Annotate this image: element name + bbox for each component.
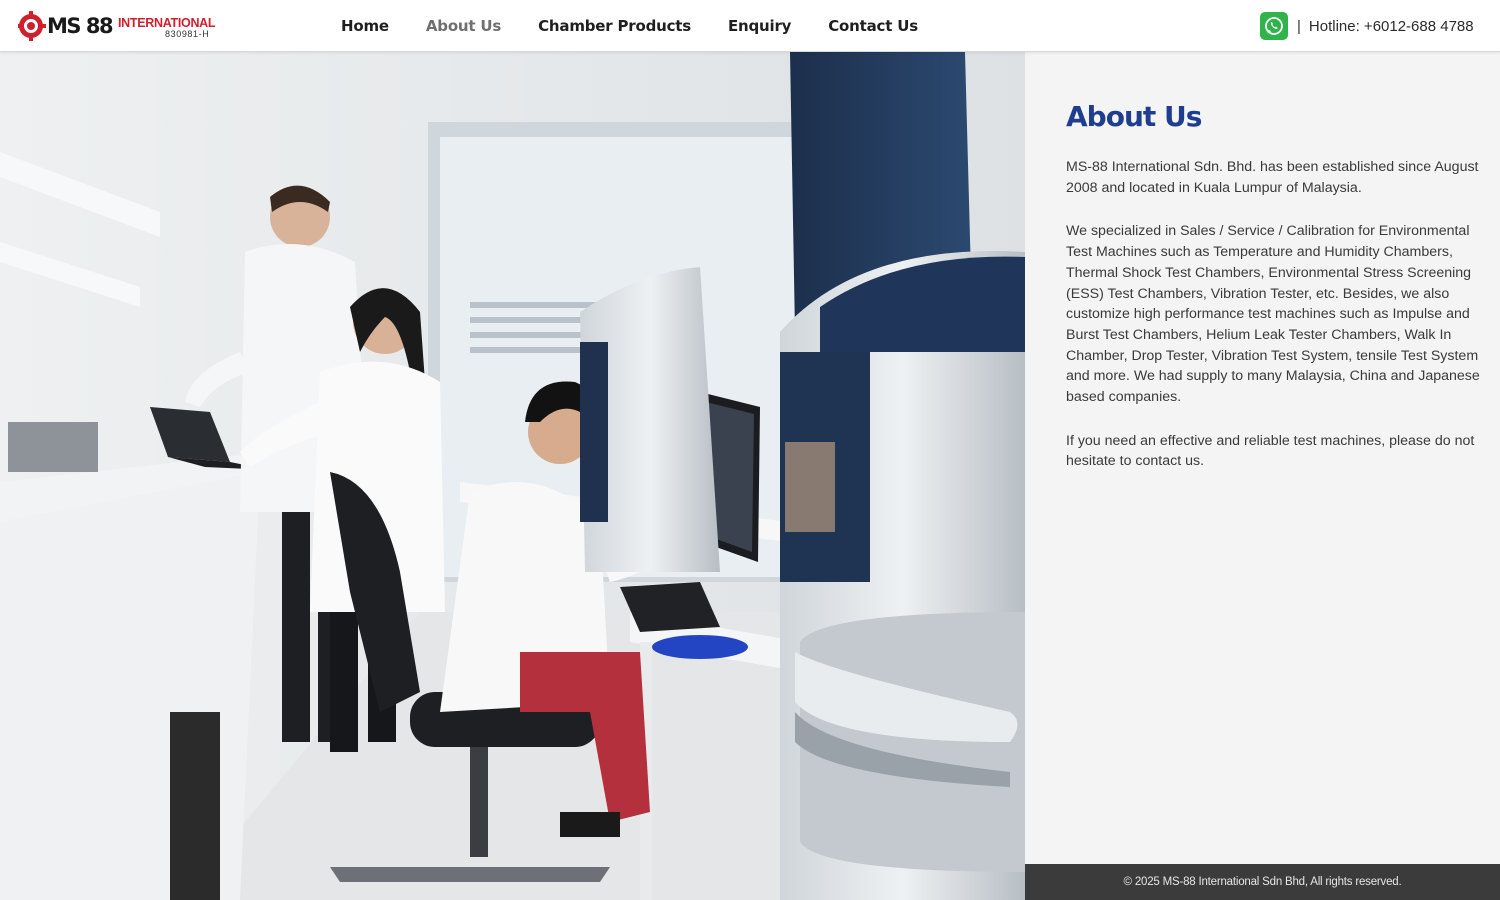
about-paragraph: If you need an effective and reliable te… (1066, 432, 1475, 470)
page-title: About Us (1066, 100, 1202, 133)
about-paragraph: We specialized in Sales / Service / Cali… (1066, 223, 1480, 406)
main-nav: Home About Us Chamber Products Enquiry C… (341, 0, 955, 52)
contact-separator: | (1297, 17, 1301, 35)
nav-home[interactable]: Home (341, 17, 389, 35)
nav-chamber-products[interactable]: Chamber Products (538, 17, 691, 35)
svg-text:INTERNATIONAL: INTERNATIONAL (118, 16, 216, 30)
svg-text:830981-H: 830981-H (165, 29, 209, 39)
about-panel: About Us MS-88 International Sdn. Bhd. h… (1025, 52, 1500, 864)
header-contact: | Hotline: +6012-688 4788 (1260, 12, 1474, 40)
svg-text:MS 88: MS 88 (47, 14, 113, 38)
nav-enquiry[interactable]: Enquiry (728, 17, 791, 35)
site-footer: © 2025 MS-88 International Sdn Bhd, All … (1025, 864, 1500, 900)
nav-contact-us[interactable]: Contact Us (828, 17, 918, 35)
ms88-logo[interactable]: MS 88 INTERNATIONAL 830981-H (18, 10, 218, 42)
lab-photo (0, 52, 1025, 900)
about-paragraph: MS-88 International Sdn. Bhd. has been e… (1066, 159, 1479, 196)
nav-about-us[interactable]: About Us (426, 17, 501, 35)
about-text: MS-88 International Sdn. Bhd. has been e… (1066, 157, 1481, 495)
copyright-text: © 2025 MS-88 International Sdn Bhd, All … (1123, 876, 1402, 888)
hotline-text[interactable]: Hotline: +6012-688 4788 (1309, 18, 1474, 35)
site-header: MS 88 INTERNATIONAL 830981-H Home About … (0, 0, 1500, 52)
whatsapp-icon[interactable] (1260, 12, 1288, 40)
